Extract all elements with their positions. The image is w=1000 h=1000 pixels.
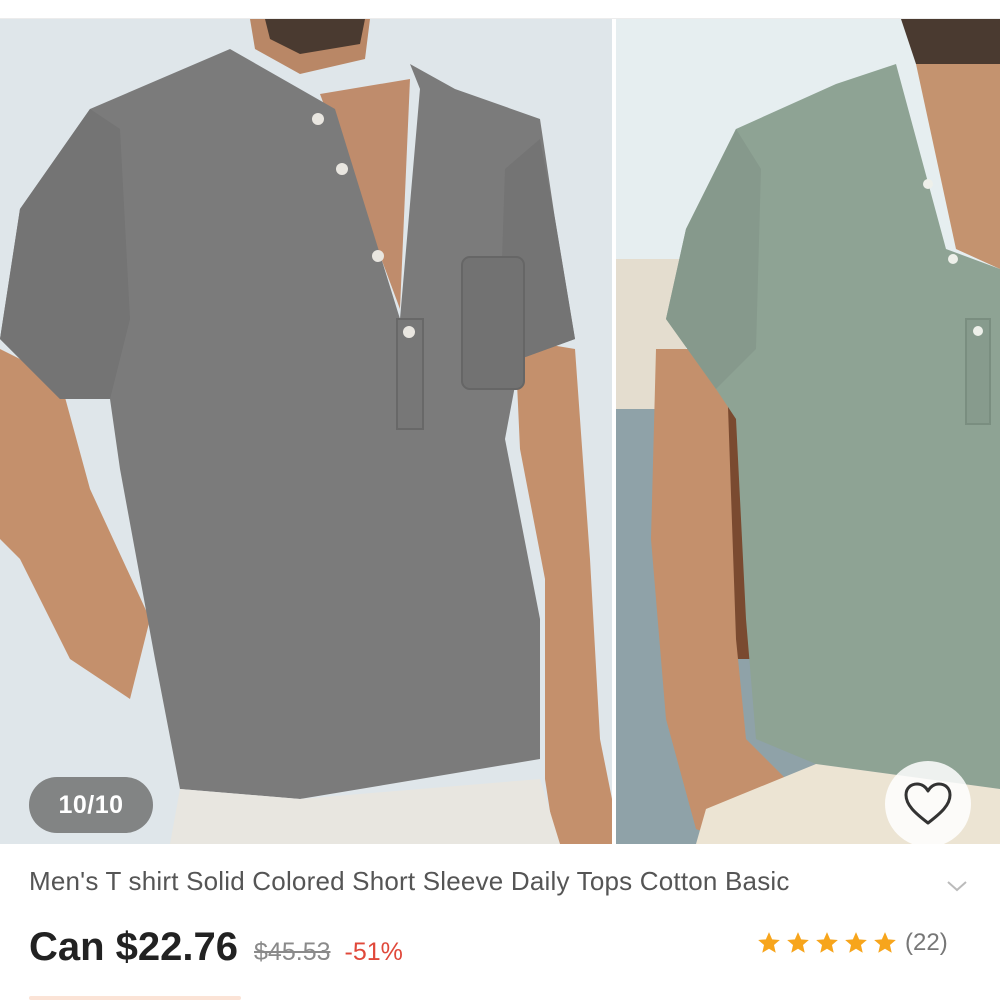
heart-outline-icon [904, 782, 952, 825]
star-icon [758, 932, 780, 953]
favorite-button[interactable] [885, 761, 971, 844]
current-price: Can $22.76 [29, 925, 239, 969]
top-bar [0, 0, 1000, 19]
star-icon [787, 932, 809, 953]
rating-summary[interactable]: (22) [756, 929, 948, 957]
expand-title-button[interactable] [944, 876, 970, 896]
original-price: $45.53 [254, 938, 331, 966]
product-image-gallery[interactable]: 10/10 [0, 19, 1000, 844]
star-icon [816, 932, 838, 953]
bottom-accent-bar [29, 996, 241, 1000]
review-count[interactable]: (22) [905, 929, 948, 957]
product-photo-gray-shirt[interactable] [0, 19, 612, 844]
product-photo-green-shirt[interactable] [616, 19, 1000, 844]
chevron-down-icon [947, 881, 967, 892]
star-icon [845, 932, 867, 953]
discount-badge: -51% [344, 938, 403, 966]
price-row: Can $22.76 $45.53 -51% [29, 925, 403, 977]
image-counter: 10/10 [29, 777, 153, 833]
product-title: Men's T shirt Solid Colored Short Sleeve… [29, 866, 790, 896]
star-icon [874, 932, 896, 953]
